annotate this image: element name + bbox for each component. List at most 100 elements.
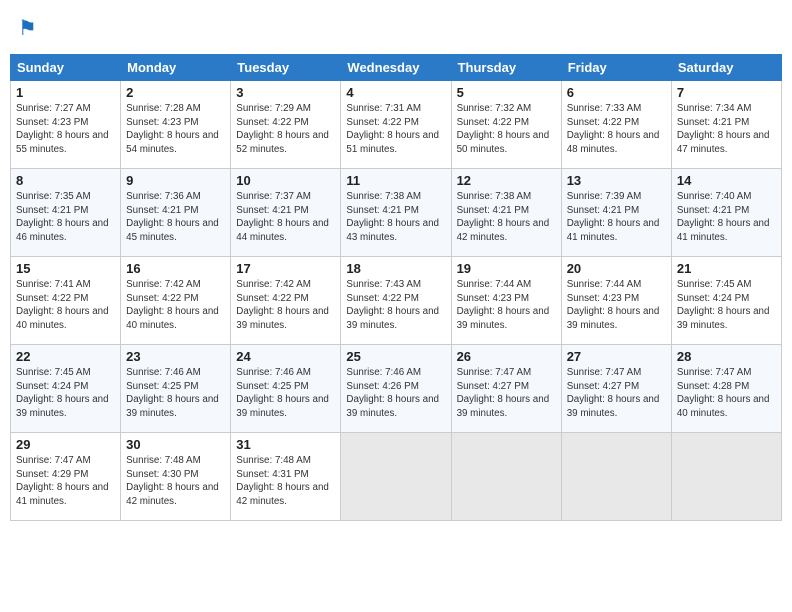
day-info: Sunrise: 7:48 AMSunset: 4:31 PMDaylight:… (236, 454, 335, 509)
logo-icon: ⚑ (18, 14, 48, 44)
calendar-week: 8 Sunrise: 7:35 AMSunset: 4:21 PMDaylight… (11, 169, 782, 257)
day-info: Sunrise: 7:48 AMSunset: 4:30 PMDaylight:… (126, 454, 225, 509)
day-number: 16 (126, 261, 225, 276)
calendar-cell: 20 Sunrise: 7:44 AMSunset: 4:23 PMDayligh… (561, 257, 671, 345)
day-number: 25 (346, 349, 445, 364)
dow-header: Monday (121, 55, 231, 81)
calendar-cell: 25Sunrise: 7:46 AMSunset: 4:26 PMDayligh… (341, 345, 451, 433)
day-info: Sunrise: 7:31 AMSunset: 4:22 PMDaylight:… (346, 102, 445, 157)
day-number: 9 (126, 173, 225, 188)
day-number: 11 (346, 173, 445, 188)
day-info: Sunrise: 7:47 AMSunset: 4:28 PMDaylight:… (677, 366, 776, 421)
calendar-cell: 29 Sunrise: 7:47 AMSunset: 4:29 PMDayligh… (11, 433, 121, 521)
calendar-cell: 9 Sunrise: 7:36 AMSunset: 4:21 PMDaylight… (121, 169, 231, 257)
calendar-week: 22 Sunrise: 7:45 AMSunset: 4:24 PMDayligh… (11, 345, 782, 433)
day-info: Sunrise: 7:35 AMSunset: 4:21 PMDaylight:… (16, 190, 115, 245)
day-number: 18 (346, 261, 445, 276)
day-number: 20 (567, 261, 666, 276)
day-number: 14 (677, 173, 776, 188)
day-info: Sunrise: 7:32 AMSunset: 4:22 PMDaylight:… (457, 102, 556, 157)
calendar-cell: 24 Sunrise: 7:46 AMSunset: 4:25 PMDayligh… (231, 345, 341, 433)
calendar-cell: 19Sunrise: 7:44 AMSunset: 4:23 PMDayligh… (451, 257, 561, 345)
day-number: 30 (126, 437, 225, 452)
calendar-cell: 1 Sunrise: 7:27 AMSunset: 4:23 PMDaylight… (11, 81, 121, 169)
calendar-cell: 14 Sunrise: 7:40 AMSunset: 4:21 PMDayligh… (671, 169, 781, 257)
dow-header: Wednesday (341, 55, 451, 81)
calendar-cell: 30 Sunrise: 7:48 AMSunset: 4:30 PMDayligh… (121, 433, 231, 521)
calendar-cell: 31Sunrise: 7:48 AMSunset: 4:31 PMDayligh… (231, 433, 341, 521)
dow-header: Tuesday (231, 55, 341, 81)
day-info: Sunrise: 7:47 AMSunset: 4:27 PMDaylight:… (567, 366, 666, 421)
day-info: Sunrise: 7:42 AMSunset: 4:22 PMDaylight:… (126, 278, 225, 333)
day-number: 21 (677, 261, 776, 276)
day-number: 24 (236, 349, 335, 364)
day-info: Sunrise: 7:46 AMSunset: 4:25 PMDaylight:… (126, 366, 225, 421)
calendar-cell: 5 Sunrise: 7:32 AMSunset: 4:22 PMDaylight… (451, 81, 561, 169)
calendar-cell (561, 433, 671, 521)
day-info: Sunrise: 7:28 AMSunset: 4:23 PMDaylight:… (126, 102, 225, 157)
day-number: 23 (126, 349, 225, 364)
day-info: Sunrise: 7:42 AMSunset: 4:22 PMDaylight:… (236, 278, 335, 333)
calendar-cell: 18 Sunrise: 7:43 AMSunset: 4:22 PMDayligh… (341, 257, 451, 345)
day-info: Sunrise: 7:34 AMSunset: 4:21 PMDaylight:… (677, 102, 776, 157)
calendar-cell: 15 Sunrise: 7:41 AMSunset: 4:22 PMDayligh… (11, 257, 121, 345)
day-info: Sunrise: 7:41 AMSunset: 4:22 PMDaylight:… (16, 278, 115, 333)
day-number: 8 (16, 173, 115, 188)
day-number: 4 (346, 85, 445, 100)
day-info: Sunrise: 7:45 AMSunset: 4:24 PMDaylight:… (16, 366, 115, 421)
day-info: Sunrise: 7:38 AMSunset: 4:21 PMDaylight:… (457, 190, 556, 245)
dow-header: Sunday (11, 55, 121, 81)
calendar-cell: 6 Sunrise: 7:33 AMSunset: 4:22 PMDaylight… (561, 81, 671, 169)
days-of-week-row: SundayMondayTuesdayWednesdayThursdayFrid… (11, 55, 782, 81)
calendar: SundayMondayTuesdayWednesdayThursdayFrid… (10, 54, 782, 521)
logo: ⚑ (18, 14, 50, 44)
day-number: 27 (567, 349, 666, 364)
day-number: 7 (677, 85, 776, 100)
day-number: 28 (677, 349, 776, 364)
calendar-cell: 13Sunrise: 7:39 AMSunset: 4:21 PMDayligh… (561, 169, 671, 257)
day-number: 15 (16, 261, 115, 276)
calendar-cell: 16 Sunrise: 7:42 AMSunset: 4:22 PMDayligh… (121, 257, 231, 345)
day-number: 2 (126, 85, 225, 100)
day-info: Sunrise: 7:44 AMSunset: 4:23 PMDaylight:… (567, 278, 666, 333)
calendar-cell: 22 Sunrise: 7:45 AMSunset: 4:24 PMDayligh… (11, 345, 121, 433)
calendar-cell: 26Sunrise: 7:47 AMSunset: 4:27 PMDayligh… (451, 345, 561, 433)
calendar-cell: 8 Sunrise: 7:35 AMSunset: 4:21 PMDaylight… (11, 169, 121, 257)
day-info: Sunrise: 7:46 AMSunset: 4:25 PMDaylight:… (236, 366, 335, 421)
calendar-body: 1 Sunrise: 7:27 AMSunset: 4:23 PMDaylight… (11, 81, 782, 521)
calendar-cell: 11 Sunrise: 7:38 AMSunset: 4:21 PMDayligh… (341, 169, 451, 257)
calendar-cell: 21Sunrise: 7:45 AMSunset: 4:24 PMDayligh… (671, 257, 781, 345)
day-number: 3 (236, 85, 335, 100)
calendar-cell (451, 433, 561, 521)
calendar-cell: 23 Sunrise: 7:46 AMSunset: 4:25 PMDayligh… (121, 345, 231, 433)
day-number: 5 (457, 85, 556, 100)
dow-header: Thursday (451, 55, 561, 81)
day-number: 1 (16, 85, 115, 100)
day-info: Sunrise: 7:27 AMSunset: 4:23 PMDaylight:… (16, 102, 115, 157)
calendar-cell: 4 Sunrise: 7:31 AMSunset: 4:22 PMDaylight… (341, 81, 451, 169)
day-info: Sunrise: 7:39 AMSunset: 4:21 PMDaylight:… (567, 190, 666, 245)
day-info: Sunrise: 7:43 AMSunset: 4:22 PMDaylight:… (346, 278, 445, 333)
calendar-cell: 17 Sunrise: 7:42 AMSunset: 4:22 PMDayligh… (231, 257, 341, 345)
day-number: 29 (16, 437, 115, 452)
calendar-cell (671, 433, 781, 521)
dow-header: Friday (561, 55, 671, 81)
calendar-cell: 28 Sunrise: 7:47 AMSunset: 4:28 PMDayligh… (671, 345, 781, 433)
day-number: 6 (567, 85, 666, 100)
calendar-cell (341, 433, 451, 521)
calendar-week: 1 Sunrise: 7:27 AMSunset: 4:23 PMDaylight… (11, 81, 782, 169)
calendar-week: 29 Sunrise: 7:47 AMSunset: 4:29 PMDayligh… (11, 433, 782, 521)
day-info: Sunrise: 7:47 AMSunset: 4:29 PMDaylight:… (16, 454, 115, 509)
header: ⚑ (10, 10, 782, 48)
day-info: Sunrise: 7:38 AMSunset: 4:21 PMDaylight:… (346, 190, 445, 245)
day-info: Sunrise: 7:40 AMSunset: 4:21 PMDaylight:… (677, 190, 776, 245)
day-info: Sunrise: 7:33 AMSunset: 4:22 PMDaylight:… (567, 102, 666, 157)
svg-text:⚑: ⚑ (18, 17, 37, 40)
day-number: 22 (16, 349, 115, 364)
calendar-cell: 27 Sunrise: 7:47 AMSunset: 4:27 PMDayligh… (561, 345, 671, 433)
calendar-cell: 2 Sunrise: 7:28 AMSunset: 4:23 PMDaylight… (121, 81, 231, 169)
day-number: 17 (236, 261, 335, 276)
day-info: Sunrise: 7:36 AMSunset: 4:21 PMDaylight:… (126, 190, 225, 245)
day-info: Sunrise: 7:37 AMSunset: 4:21 PMDaylight:… (236, 190, 335, 245)
day-number: 10 (236, 173, 335, 188)
